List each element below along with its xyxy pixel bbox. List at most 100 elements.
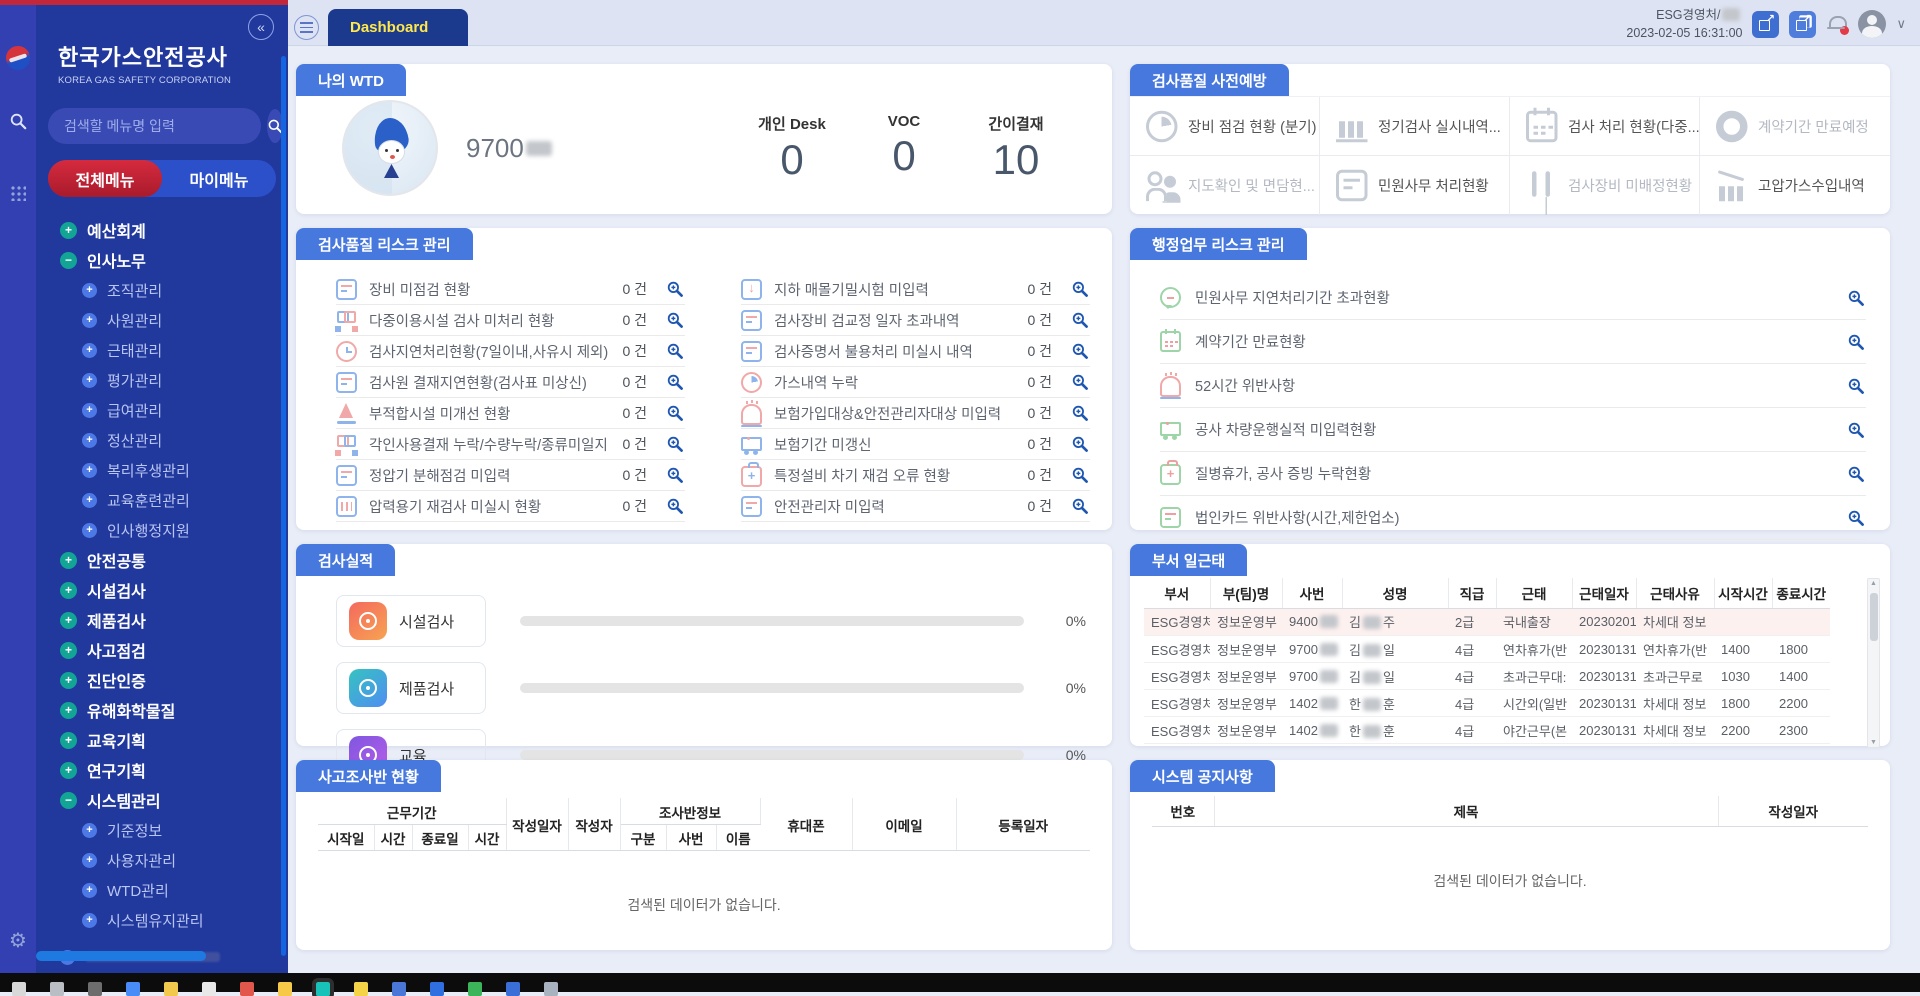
column-header[interactable]: 근태일자: [1572, 578, 1636, 608]
zoom-button[interactable]: [665, 403, 685, 423]
column-header[interactable]: 부(팀)명: [1210, 578, 1282, 608]
hamburger-menu-icon[interactable]: [294, 15, 319, 40]
sidebar-item-교육기획[interactable]: +교육기획: [60, 725, 288, 755]
prevention-tile[interactable]: 검사 처리 현황(다중...: [1510, 97, 1700, 156]
tab-all-menu[interactable]: 전체메뉴: [48, 160, 162, 197]
prevention-tile[interactable]: 검사장비 미배정현황: [1510, 156, 1700, 215]
settings-gear-icon[interactable]: ⚙: [7, 930, 29, 952]
table-vertical-scrollbar[interactable]: [1867, 578, 1880, 748]
chevron-down-icon[interactable]: ∨: [1896, 16, 1906, 32]
table-row[interactable]: ESG경영처정보운영부9700김일4급초과근무대:20230131초과근무로10…: [1144, 663, 1864, 690]
sidebar-item-시스템관리[interactable]: −시스템관리: [60, 785, 288, 815]
zoom-button[interactable]: [1070, 310, 1090, 330]
sidebar-collapse-button[interactable]: «: [248, 14, 274, 40]
search-icon[interactable]: [50, 982, 64, 996]
column-header[interactable]: 근태사유: [1636, 578, 1714, 608]
tab-dashboard[interactable]: Dashboard: [328, 9, 468, 46]
column-header[interactable]: 근태: [1496, 578, 1572, 608]
prevention-tile[interactable]: 장비 점검 현황 (분기): [1130, 97, 1320, 156]
zoom-button[interactable]: [1070, 434, 1090, 454]
zoom-button[interactable]: [1846, 288, 1866, 308]
sidebar-item-안전공통[interactable]: +안전공통: [60, 545, 288, 575]
zoom-button[interactable]: [665, 279, 685, 299]
zoom-button[interactable]: [665, 341, 685, 361]
menu-grid-icon[interactable]: [7, 182, 29, 204]
zoom-button[interactable]: [1846, 464, 1866, 484]
sidebar-item-근태관리[interactable]: +근태관리: [82, 335, 288, 365]
prevention-tile[interactable]: 지도확인 및 면담현...: [1130, 156, 1320, 215]
sidebar-item-평가관리[interactable]: +평가관리: [82, 365, 288, 395]
sidebar-item-진단인증[interactable]: +진단인증: [60, 665, 288, 695]
table-row[interactable]: ESG경영처정보운영부1402한훈4급시간외(일반20230131차세대 정보1…: [1144, 690, 1864, 717]
column-header[interactable]: 부서: [1144, 578, 1210, 608]
browser-icon[interactable]: [126, 982, 140, 996]
zoom-button[interactable]: [665, 496, 685, 516]
sidebar-item-급여관리[interactable]: +급여관리: [82, 395, 288, 425]
prevention-tile[interactable]: 계약기간 만료예정: [1700, 97, 1890, 156]
table-row[interactable]: ESG경영처정보운영부9400김주2급국내출장20230201차세대 정보: [1144, 609, 1864, 636]
sidebar-item-사용자관리[interactable]: +사용자관리: [82, 845, 288, 875]
app-icon[interactable]: [164, 982, 178, 996]
column-header[interactable]: 직급: [1448, 578, 1496, 608]
column-header[interactable]: 종료시간: [1772, 578, 1830, 608]
sidebar-item-복리후생관리[interactable]: +복리후생관리: [82, 455, 288, 485]
prevention-tile[interactable]: 정기검사 실시내역...: [1320, 97, 1510, 156]
sidebar-item-연구기획[interactable]: +연구기획: [60, 755, 288, 785]
performance-category-card[interactable]: 시설검사: [336, 595, 486, 647]
zoom-button[interactable]: [1070, 403, 1090, 423]
sidebar-item-유해화학물질[interactable]: +유해화학물질: [60, 695, 288, 725]
zoom-button[interactable]: [1846, 376, 1866, 396]
prevention-tile[interactable]: 고압가스수입내역: [1700, 156, 1890, 215]
sidebar-item-기준정보[interactable]: +기준정보: [82, 815, 288, 845]
zoom-button[interactable]: [665, 434, 685, 454]
app-icon[interactable]: [544, 982, 558, 996]
sidebar-item-제품검사[interactable]: +제품검사: [60, 605, 288, 635]
notification-bell-icon[interactable]: [1826, 13, 1848, 35]
zoom-button[interactable]: [1070, 496, 1090, 516]
sidebar-item-시스템유지관리[interactable]: +시스템유지관리: [82, 905, 288, 935]
sidebar-item-시설검사[interactable]: +시설검사: [60, 575, 288, 605]
sidebar-item-인사행정지원[interactable]: +인사행정지원: [82, 515, 288, 545]
app-icon[interactable]: [506, 982, 520, 996]
sidebar-horizontal-scrollbar[interactable]: [36, 951, 206, 961]
open-window-button[interactable]: [1752, 11, 1779, 38]
search-icon[interactable]: [7, 110, 29, 132]
open-multi-window-button[interactable]: [1789, 11, 1816, 38]
app-icon[interactable]: [430, 982, 444, 996]
tab-my-menu[interactable]: 마이메뉴: [162, 160, 276, 197]
sidebar-item-사원관리[interactable]: +사원관리: [82, 305, 288, 335]
sidebar-item-WTD관리[interactable]: +WTD관리: [82, 875, 288, 905]
prevention-tile[interactable]: 민원사무 처리현황: [1320, 156, 1510, 215]
zoom-button[interactable]: [1070, 279, 1090, 299]
folder-icon[interactable]: [278, 982, 292, 996]
app-icon[interactable]: [354, 982, 368, 996]
active-app-icon[interactable]: [316, 982, 330, 996]
task-view-icon[interactable]: [88, 982, 102, 996]
zoom-button[interactable]: [665, 310, 685, 330]
app-icon[interactable]: [468, 982, 482, 996]
menu-search-input[interactable]: [48, 108, 261, 144]
zoom-button[interactable]: [665, 465, 685, 485]
sidebar-vertical-scrollbar[interactable]: [281, 56, 286, 956]
zoom-button[interactable]: [1070, 372, 1090, 392]
table-row[interactable]: ESG경영처정보운영부9700김일4급연차휴가(반20230131연차휴가(반1…: [1144, 636, 1864, 663]
table-row[interactable]: ESG경영처정보운영부1402한훈4급연차휴가20230202연차휴가: [1144, 744, 1864, 747]
zoom-button[interactable]: [1846, 420, 1866, 440]
windows-start-icon[interactable]: [12, 982, 26, 996]
app-icon[interactable]: [202, 982, 216, 996]
sidebar-item-사고점검[interactable]: +사고점검: [60, 635, 288, 665]
sidebar-item-인사노무[interactable]: −인사노무: [60, 245, 288, 275]
column-header[interactable]: 사번: [1282, 578, 1342, 608]
user-avatar[interactable]: [1858, 10, 1886, 38]
zoom-button[interactable]: [1070, 341, 1090, 361]
sidebar-item-정산관리[interactable]: +정산관리: [82, 425, 288, 455]
app-icon[interactable]: [240, 982, 254, 996]
sidebar-item-예산회계[interactable]: +예산회계: [60, 215, 288, 245]
app-icon[interactable]: [392, 982, 406, 996]
zoom-button[interactable]: [1846, 332, 1866, 352]
table-row[interactable]: ESG경영처정보운영부1402한훈4급야간근무(본20230131차세대 정보2…: [1144, 717, 1864, 744]
performance-category-card[interactable]: 제품검사: [336, 662, 486, 714]
column-header[interactable]: 시작시간: [1714, 578, 1772, 608]
sidebar-item-조직관리[interactable]: +조직관리: [82, 275, 288, 305]
column-header[interactable]: 성명: [1342, 578, 1448, 608]
